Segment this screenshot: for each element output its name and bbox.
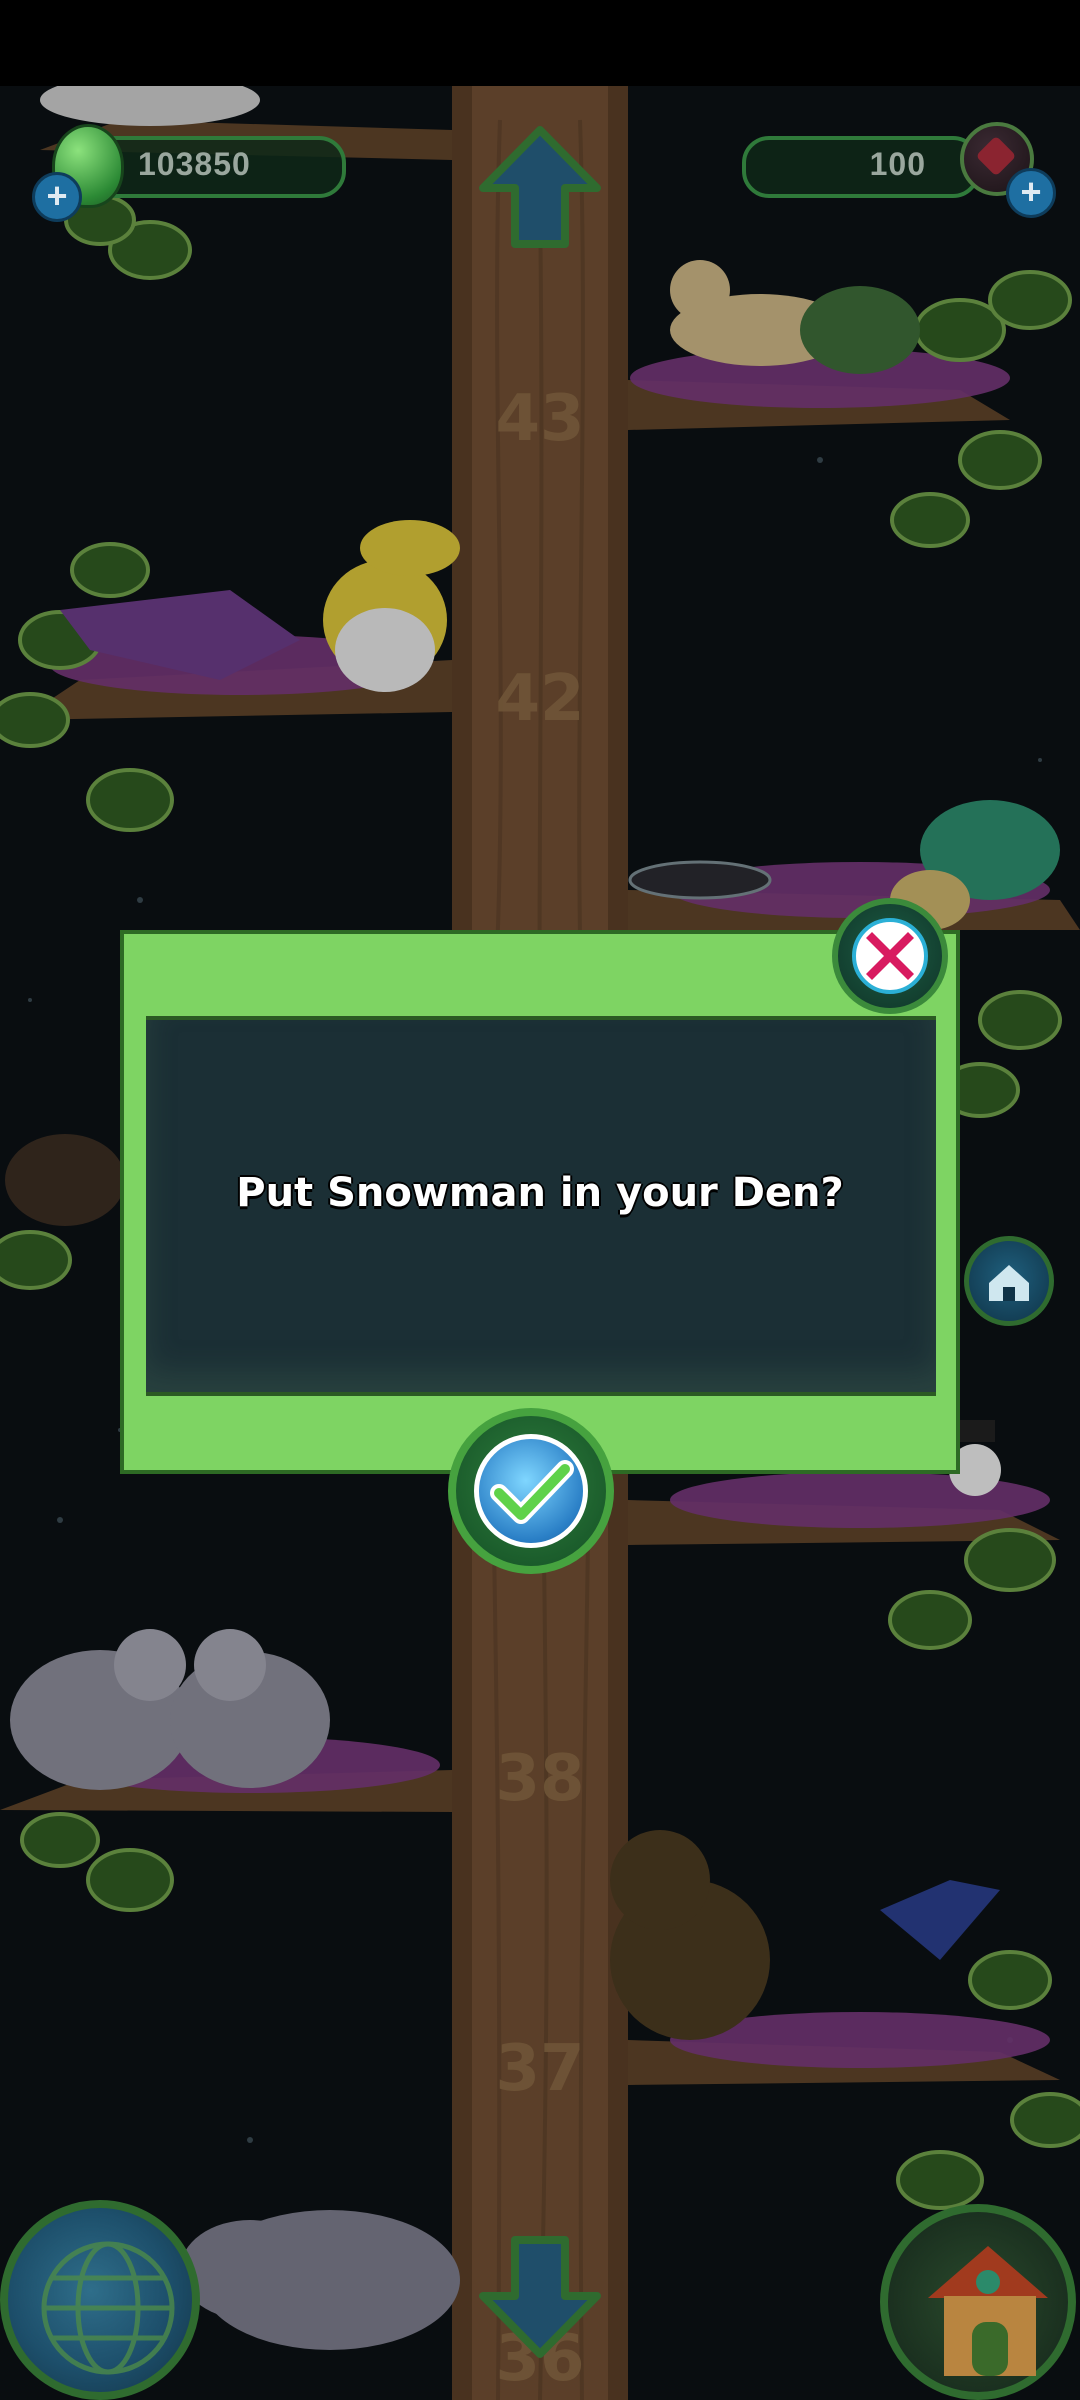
house-icon (928, 2246, 1048, 2376)
close-button[interactable] (832, 898, 948, 1014)
dialog-message: Put Snowman in your Den? (236, 1170, 844, 1216)
globe-button[interactable] (0, 2200, 200, 2400)
checkmark-icon (474, 1434, 588, 1548)
home-button[interactable] (880, 2204, 1076, 2400)
branch-number-42: 42 (495, 662, 584, 736)
branch-number-37: 37 (495, 2032, 584, 2106)
add-eggs-button[interactable]: + (32, 172, 82, 222)
confirm-button[interactable] (448, 1408, 614, 1574)
branch-number-38: 38 (495, 1742, 584, 1816)
status-bar (0, 0, 1080, 86)
globe-icon (41, 2241, 175, 2375)
close-x-icon (852, 918, 928, 994)
den-button[interactable] (964, 1236, 1054, 1326)
add-gems-button[interactable]: + (1006, 168, 1056, 218)
branch-number-43: 43 (495, 382, 584, 456)
gem-counter: 100 (742, 136, 980, 198)
egg-count: 103850 (138, 146, 251, 182)
up-arrow-icon[interactable] (475, 122, 605, 252)
den-icon (989, 1265, 1029, 1301)
down-arrow-icon[interactable] (475, 2232, 605, 2362)
egg-counter: 103850 (88, 136, 346, 198)
gem-count: 100 (869, 146, 926, 182)
confirm-dialog: Put Snowman in your Den? (120, 930, 960, 1474)
